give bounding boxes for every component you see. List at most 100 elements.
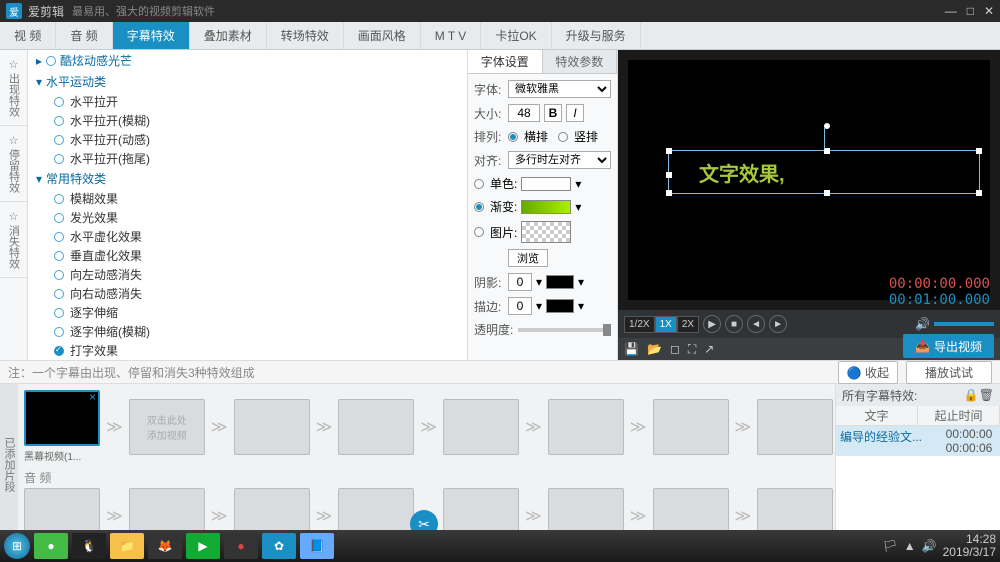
close-icon[interactable]: ✕ bbox=[984, 4, 994, 18]
category-row[interactable]: ▸ 酷炫动感光芒 bbox=[28, 50, 467, 71]
collapse-button[interactable]: 🔵 收起 bbox=[838, 361, 898, 384]
tab-effect-params[interactable]: 特效参数 bbox=[543, 50, 618, 73]
tray-network-icon[interactable]: ▲ bbox=[904, 539, 916, 553]
radio-picture[interactable] bbox=[474, 227, 484, 237]
radio-solid[interactable] bbox=[474, 179, 484, 189]
timecode-total: 00:01:00.000 bbox=[889, 292, 990, 308]
dropdown-icon[interactable]: ▾ bbox=[575, 200, 581, 214]
tab-3[interactable]: 叠加素材 bbox=[190, 22, 267, 49]
effect-item[interactable]: 水平拉开(模糊) bbox=[28, 111, 467, 130]
taskbar-app-2[interactable]: 🐧 bbox=[72, 533, 106, 559]
tab-1[interactable]: 音 频 bbox=[56, 22, 112, 49]
effect-item[interactable]: 打字效果 bbox=[28, 341, 467, 360]
gradient-swatch[interactable] bbox=[521, 200, 571, 214]
fullscreen-icon[interactable]: ⛶ bbox=[688, 342, 696, 357]
delete-icon[interactable]: 🗑 bbox=[979, 388, 994, 402]
save-icon[interactable]: 💾 bbox=[624, 342, 639, 356]
tray-flag-icon[interactable]: 🏳 bbox=[883, 539, 898, 553]
lock-icon[interactable]: 🔒 bbox=[964, 388, 979, 402]
bold-button[interactable]: B bbox=[544, 104, 562, 122]
tab-4[interactable]: 转场特效 bbox=[267, 22, 344, 49]
tab-7[interactable]: 卡拉OK bbox=[481, 22, 551, 49]
tab-font-settings[interactable]: 字体设置 bbox=[468, 50, 543, 73]
align-select[interactable]: 多行时左对齐 bbox=[508, 151, 611, 169]
speed-2x[interactable]: 2X bbox=[677, 316, 699, 333]
shadow-input[interactable] bbox=[508, 273, 532, 291]
effect-item[interactable]: 水平虚化效果 bbox=[28, 227, 467, 246]
open-icon[interactable]: 📂 bbox=[647, 342, 662, 356]
effect-item[interactable]: 发光效果 bbox=[28, 208, 467, 227]
taskbar-app-8[interactable]: 📘 bbox=[300, 533, 334, 559]
taskbar-app-6[interactable]: ● bbox=[224, 533, 258, 559]
effect-item[interactable]: 向左动感消失 bbox=[28, 265, 467, 284]
tab-6[interactable]: M T V bbox=[421, 22, 482, 49]
maximize-icon[interactable]: □ bbox=[967, 4, 974, 18]
effect-item[interactable]: 水平拉开(动感) bbox=[28, 130, 467, 149]
effect-item[interactable]: 水平拉开(拖尾) bbox=[28, 149, 467, 168]
radio-horizontal[interactable] bbox=[508, 132, 518, 142]
effect-item[interactable]: 垂直虚化效果 bbox=[28, 246, 467, 265]
timeline-clip[interactable] bbox=[24, 390, 100, 446]
tray-volume-icon[interactable]: 🔊 bbox=[922, 539, 937, 553]
italic-button[interactable]: I bbox=[566, 104, 584, 122]
timeline-clip[interactable] bbox=[757, 399, 833, 455]
speed-half[interactable]: 1/2X bbox=[624, 316, 655, 333]
category-row[interactable]: ▾ 水平运动类 bbox=[28, 71, 467, 92]
tab-0[interactable]: 视 频 bbox=[0, 22, 56, 49]
shadow-color[interactable] bbox=[546, 275, 574, 289]
volume-slider[interactable] bbox=[934, 322, 994, 326]
picture-swatch[interactable] bbox=[521, 221, 571, 243]
caption-list-row[interactable]: 编导的经验文... 00:00:0000:00:06 bbox=[836, 426, 1000, 456]
category-row[interactable]: ▾ 常用特效类 bbox=[28, 168, 467, 189]
audio-track-label: 音 频 bbox=[24, 469, 829, 486]
caption-bounding-box[interactable]: 文字效果, bbox=[668, 150, 980, 194]
taskbar-firefox[interactable]: 🦊 bbox=[148, 533, 182, 559]
dropdown-icon[interactable]: ▾ bbox=[575, 177, 581, 191]
preview-canvas[interactable]: 文字效果, bbox=[628, 60, 990, 300]
timeline-clip[interactable] bbox=[548, 399, 624, 455]
tab-5[interactable]: 画面风格 bbox=[344, 22, 421, 49]
timeline-clip[interactable] bbox=[443, 399, 519, 455]
stroke-input[interactable] bbox=[508, 297, 532, 315]
timeline-clip[interactable] bbox=[338, 399, 414, 455]
stroke-color[interactable] bbox=[546, 299, 574, 313]
timeline-clip[interactable]: 双击此处添加视频 bbox=[129, 399, 205, 455]
tab-2[interactable]: 字幕特效 bbox=[113, 22, 190, 49]
stop-button[interactable]: ■ bbox=[725, 315, 743, 333]
prev-frame-button[interactable]: ◄ bbox=[747, 315, 765, 333]
crop-icon[interactable]: ◻ bbox=[670, 342, 680, 356]
side-tab-1[interactable]: 停留特效 bbox=[0, 126, 27, 202]
speed-1x[interactable]: 1X bbox=[655, 316, 677, 333]
taskbar-app-5[interactable]: ▶ bbox=[186, 533, 220, 559]
size-input[interactable] bbox=[508, 104, 540, 122]
next-frame-button[interactable]: ► bbox=[769, 315, 787, 333]
volume-icon[interactable]: 🔊 bbox=[915, 317, 930, 331]
effect-item[interactable]: 逐字伸缩 bbox=[28, 303, 467, 322]
solid-swatch[interactable] bbox=[521, 177, 571, 191]
play-button[interactable]: ▶ bbox=[703, 315, 721, 333]
timeline-clip[interactable] bbox=[653, 399, 729, 455]
timeline-clip[interactable] bbox=[234, 399, 310, 455]
taskbar-app-3[interactable]: 📁 bbox=[110, 533, 144, 559]
opacity-slider[interactable] bbox=[518, 328, 611, 332]
play-test-button[interactable]: 播放试试 bbox=[906, 361, 992, 384]
taskbar-app-1[interactable]: ● bbox=[34, 533, 68, 559]
minimize-icon[interactable]: — bbox=[945, 4, 957, 18]
start-button[interactable]: ⊞ bbox=[4, 533, 30, 559]
app-subtitle: 最易用、强大的视频剪辑软件 bbox=[72, 3, 215, 19]
share-icon[interactable]: ↗ bbox=[704, 342, 714, 356]
effect-item[interactable]: 逐字伸缩(模糊) bbox=[28, 322, 467, 341]
effect-item[interactable]: 水平拉开 bbox=[28, 92, 467, 111]
radio-gradient[interactable] bbox=[474, 202, 484, 212]
export-video-button[interactable]: 📤 导出视频 bbox=[903, 334, 994, 358]
side-tab-0[interactable]: 出现特效 bbox=[0, 50, 27, 126]
tab-8[interactable]: 升级与服务 bbox=[552, 22, 641, 49]
effect-item[interactable]: 模糊效果 bbox=[28, 189, 467, 208]
taskbar-app-7[interactable]: ✿ bbox=[262, 533, 296, 559]
clock-date: 2019/3/17 bbox=[943, 546, 996, 559]
browse-button[interactable]: 浏览 bbox=[508, 249, 548, 267]
radio-vertical[interactable] bbox=[558, 132, 568, 142]
effect-item[interactable]: 向右动感消失 bbox=[28, 284, 467, 303]
font-select[interactable]: 微软雅黑 bbox=[508, 80, 611, 98]
side-tab-2[interactable]: 消失特效 bbox=[0, 202, 27, 278]
